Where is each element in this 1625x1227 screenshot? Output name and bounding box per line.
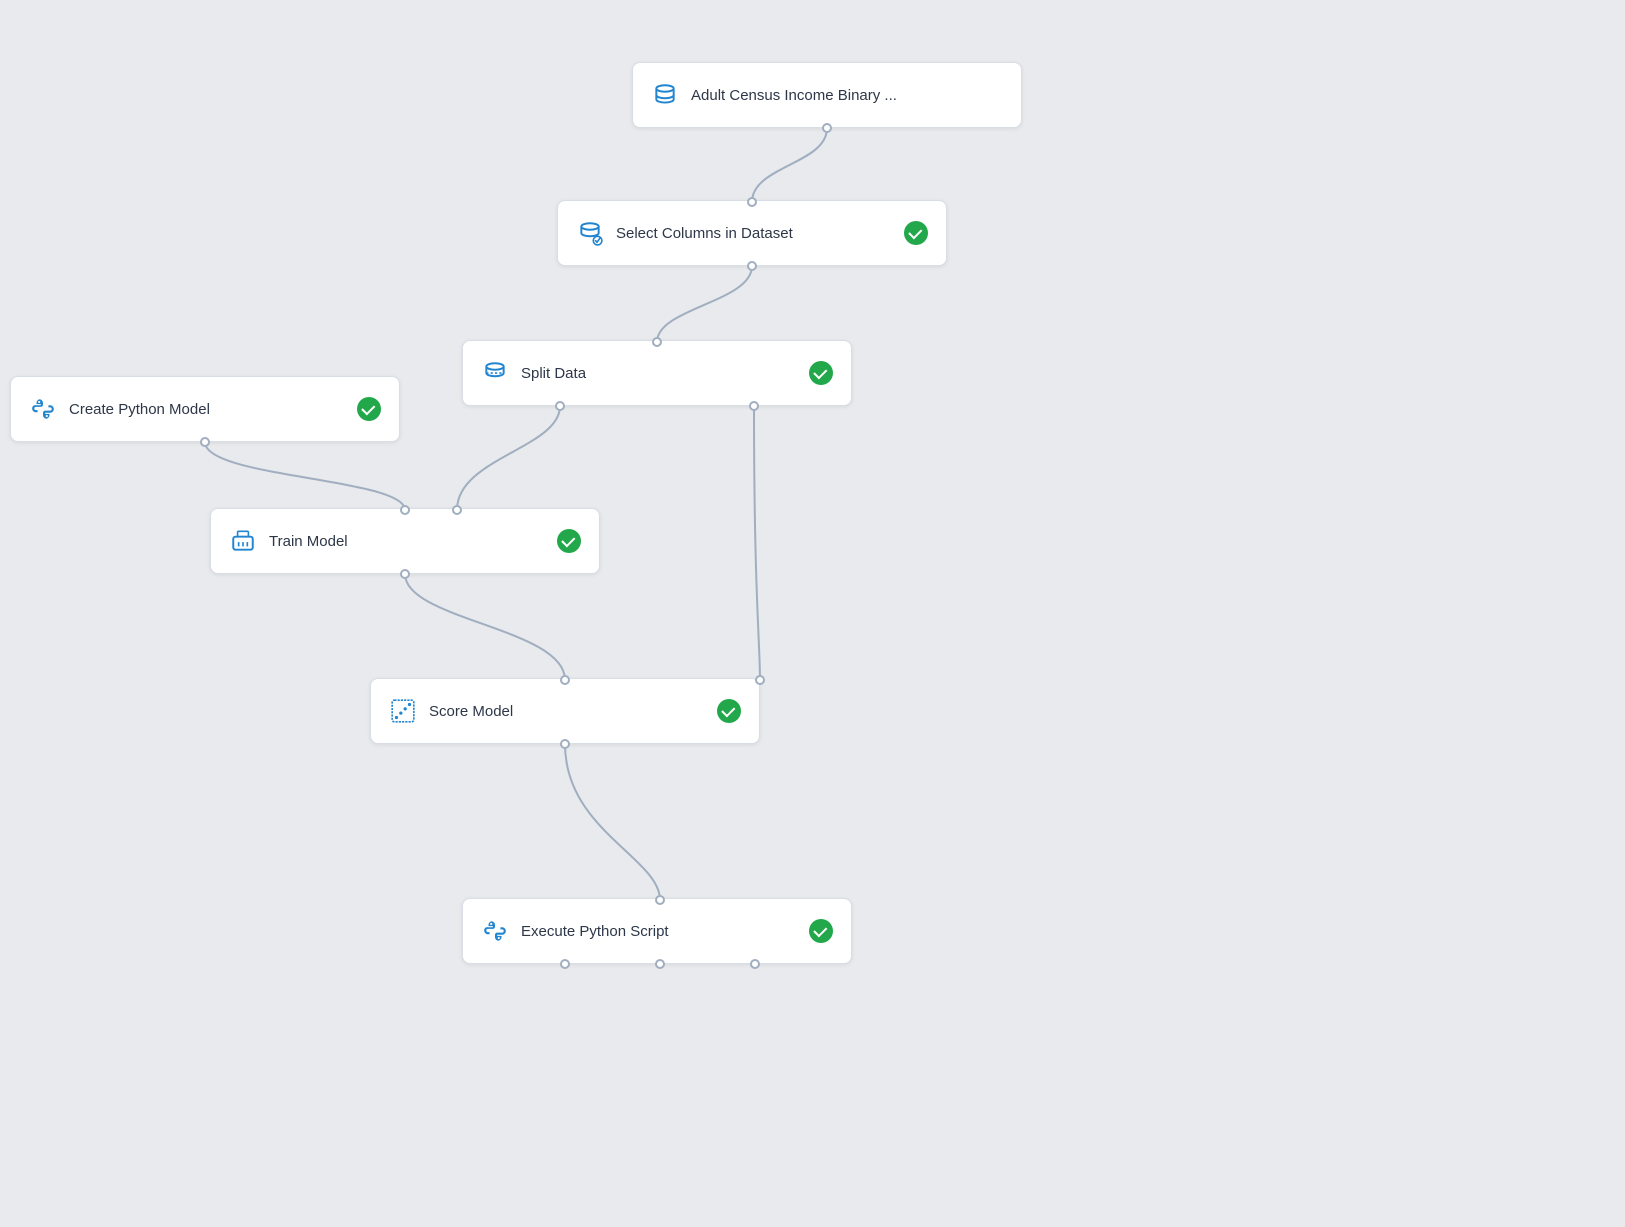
dot-select-out (747, 261, 757, 271)
execute-python-label: Execute Python Script (521, 923, 793, 940)
dot-exec-out-left (560, 959, 570, 969)
score-model-icon (389, 697, 417, 725)
dot-exec-in (655, 895, 665, 905)
execute-python-check (809, 919, 833, 943)
select-columns-label: Select Columns in Dataset (616, 225, 888, 242)
execute-python-node[interactable]: Execute Python Script (462, 898, 852, 964)
split-data-check (809, 361, 833, 385)
split-data-node[interactable]: Split Data (462, 340, 852, 406)
train-model-label: Train Model (269, 533, 541, 550)
split-data-icon (481, 359, 509, 387)
create-python-label: Create Python Model (69, 401, 341, 418)
train-model-node[interactable]: Train Model (210, 508, 600, 574)
dot-score-out (560, 739, 570, 749)
dot-python-out (200, 437, 210, 447)
score-model-label: Score Model (429, 703, 701, 720)
split-data-label: Split Data (521, 365, 793, 382)
dot-train-in (400, 505, 410, 515)
database-icon (651, 81, 679, 109)
score-model-node[interactable]: Score Model (370, 678, 760, 744)
dot-split-in (652, 337, 662, 347)
create-python-node[interactable]: Create Python Model (10, 376, 400, 442)
dot-score-in-left (560, 675, 570, 685)
dot-exec-out-mid (655, 959, 665, 969)
create-python-check (357, 397, 381, 421)
score-model-check (717, 699, 741, 723)
select-columns-node[interactable]: Select Columns in Dataset (557, 200, 947, 266)
execute-python-icon (481, 917, 509, 945)
dot-exec-out-right (750, 959, 760, 969)
python-create-icon (29, 395, 57, 423)
dot-train-out (400, 569, 410, 579)
dataset-label: Adult Census Income Binary ... (691, 87, 1003, 104)
dot-split-out-left (555, 401, 565, 411)
dot-select-in (747, 197, 757, 207)
train-model-icon (229, 527, 257, 555)
train-model-check (557, 529, 581, 553)
dot-train-in2 (452, 505, 462, 515)
dot-split-out-right (749, 401, 759, 411)
dot-score-in-right (755, 675, 765, 685)
select-columns-icon (576, 219, 604, 247)
dot-dataset-out (822, 123, 832, 133)
dataset-node[interactable]: Adult Census Income Binary ... (632, 62, 1022, 128)
select-columns-check (904, 221, 928, 245)
